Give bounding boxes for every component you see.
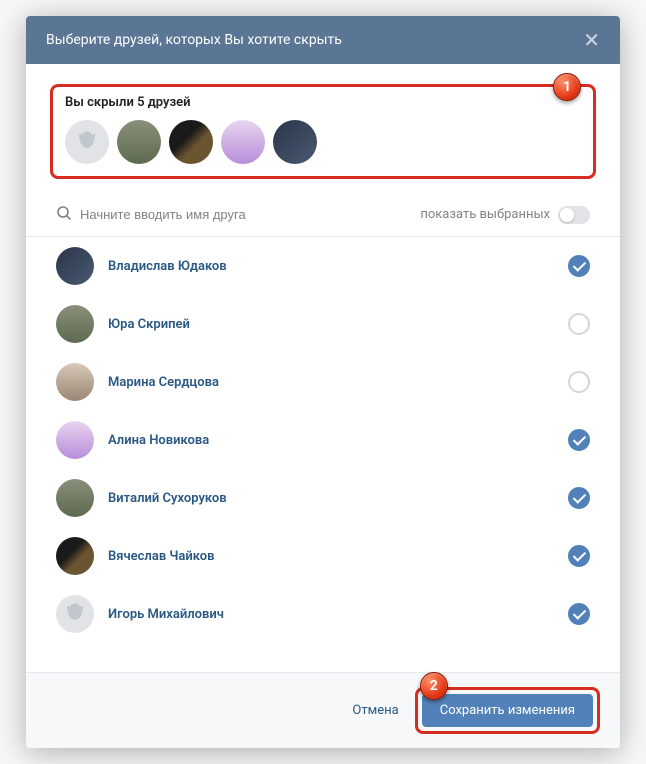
hidden-avatar[interactable] xyxy=(221,120,265,164)
search-row: показать выбранных xyxy=(26,193,620,237)
check-icon[interactable] xyxy=(568,487,590,509)
friend-name: Виталий Сухоруков xyxy=(108,491,568,506)
avatar xyxy=(56,247,94,285)
search-icon xyxy=(56,205,72,225)
annotation-badge-2: 2 xyxy=(420,672,448,700)
friend-name: Марина Сердцова xyxy=(108,375,568,390)
avatar xyxy=(56,595,94,633)
toggle-switch[interactable] xyxy=(558,206,590,224)
hidden-avatar[interactable] xyxy=(65,120,109,164)
hidden-avatar[interactable] xyxy=(169,120,213,164)
avatar xyxy=(56,479,94,517)
friends-list: Владислав Юдаков Юра Скрипей Марина Сердцо… xyxy=(26,237,620,672)
hidden-avatar[interactable] xyxy=(117,120,161,164)
hidden-count-label: Вы скрыли 5 друзей xyxy=(65,95,581,110)
avatar xyxy=(56,305,94,343)
modal-footer: Отмена 2 Сохранить изменения xyxy=(26,672,620,748)
avatar xyxy=(56,421,94,459)
friend-name: Игорь Михайлович xyxy=(108,607,568,622)
hidden-avatar[interactable] xyxy=(273,120,317,164)
check-icon[interactable] xyxy=(568,545,590,567)
modal-header: Выберите друзей, которых Вы хотите скрыт… xyxy=(26,16,620,64)
friend-name: Алина Новикова xyxy=(108,433,568,448)
avatar xyxy=(56,537,94,575)
friend-name: Вячеслав Чайков xyxy=(108,549,568,564)
save-button[interactable]: Сохранить изменения xyxy=(422,694,593,727)
unchecked-circle[interactable] xyxy=(568,313,590,335)
friend-row[interactable]: Марина Сердцова xyxy=(26,353,620,411)
check-icon[interactable] xyxy=(568,255,590,277)
friend-row[interactable]: Виталий Сухоруков xyxy=(26,469,620,527)
callout-save: 2 Сохранить изменения xyxy=(415,687,600,734)
friend-row[interactable]: Алина Новикова xyxy=(26,411,620,469)
hidden-avatars xyxy=(65,120,581,164)
show-selected-label: показать выбранных xyxy=(420,207,550,222)
show-selected-toggle[interactable]: показать выбранных xyxy=(420,206,590,224)
friend-name: Юра Скрипей xyxy=(108,317,568,332)
friend-row[interactable]: Юра Скрипей xyxy=(26,295,620,353)
check-icon[interactable] xyxy=(568,603,590,625)
cancel-button[interactable]: Отмена xyxy=(348,695,402,726)
callout-hidden: 1 Вы скрыли 5 друзей xyxy=(50,84,596,179)
unchecked-circle[interactable] xyxy=(568,371,590,393)
close-icon[interactable]: ✕ xyxy=(583,30,600,50)
friend-name: Владислав Юдаков xyxy=(108,259,568,274)
annotation-badge-1: 1 xyxy=(553,73,581,101)
select-friends-modal: Выберите друзей, которых Вы хотите скрыт… xyxy=(26,16,620,748)
check-icon[interactable] xyxy=(568,429,590,451)
search-input[interactable] xyxy=(80,201,412,228)
hidden-friends-section: 1 Вы скрыли 5 друзей xyxy=(26,64,620,193)
modal-title: Выберите друзей, которых Вы хотите скрыт… xyxy=(46,32,342,48)
friend-row[interactable]: Вячеслав Чайков xyxy=(26,527,620,585)
avatar xyxy=(56,363,94,401)
friend-row[interactable]: Игорь Михайлович xyxy=(26,585,620,643)
friend-row[interactable]: Владислав Юдаков xyxy=(26,237,620,295)
